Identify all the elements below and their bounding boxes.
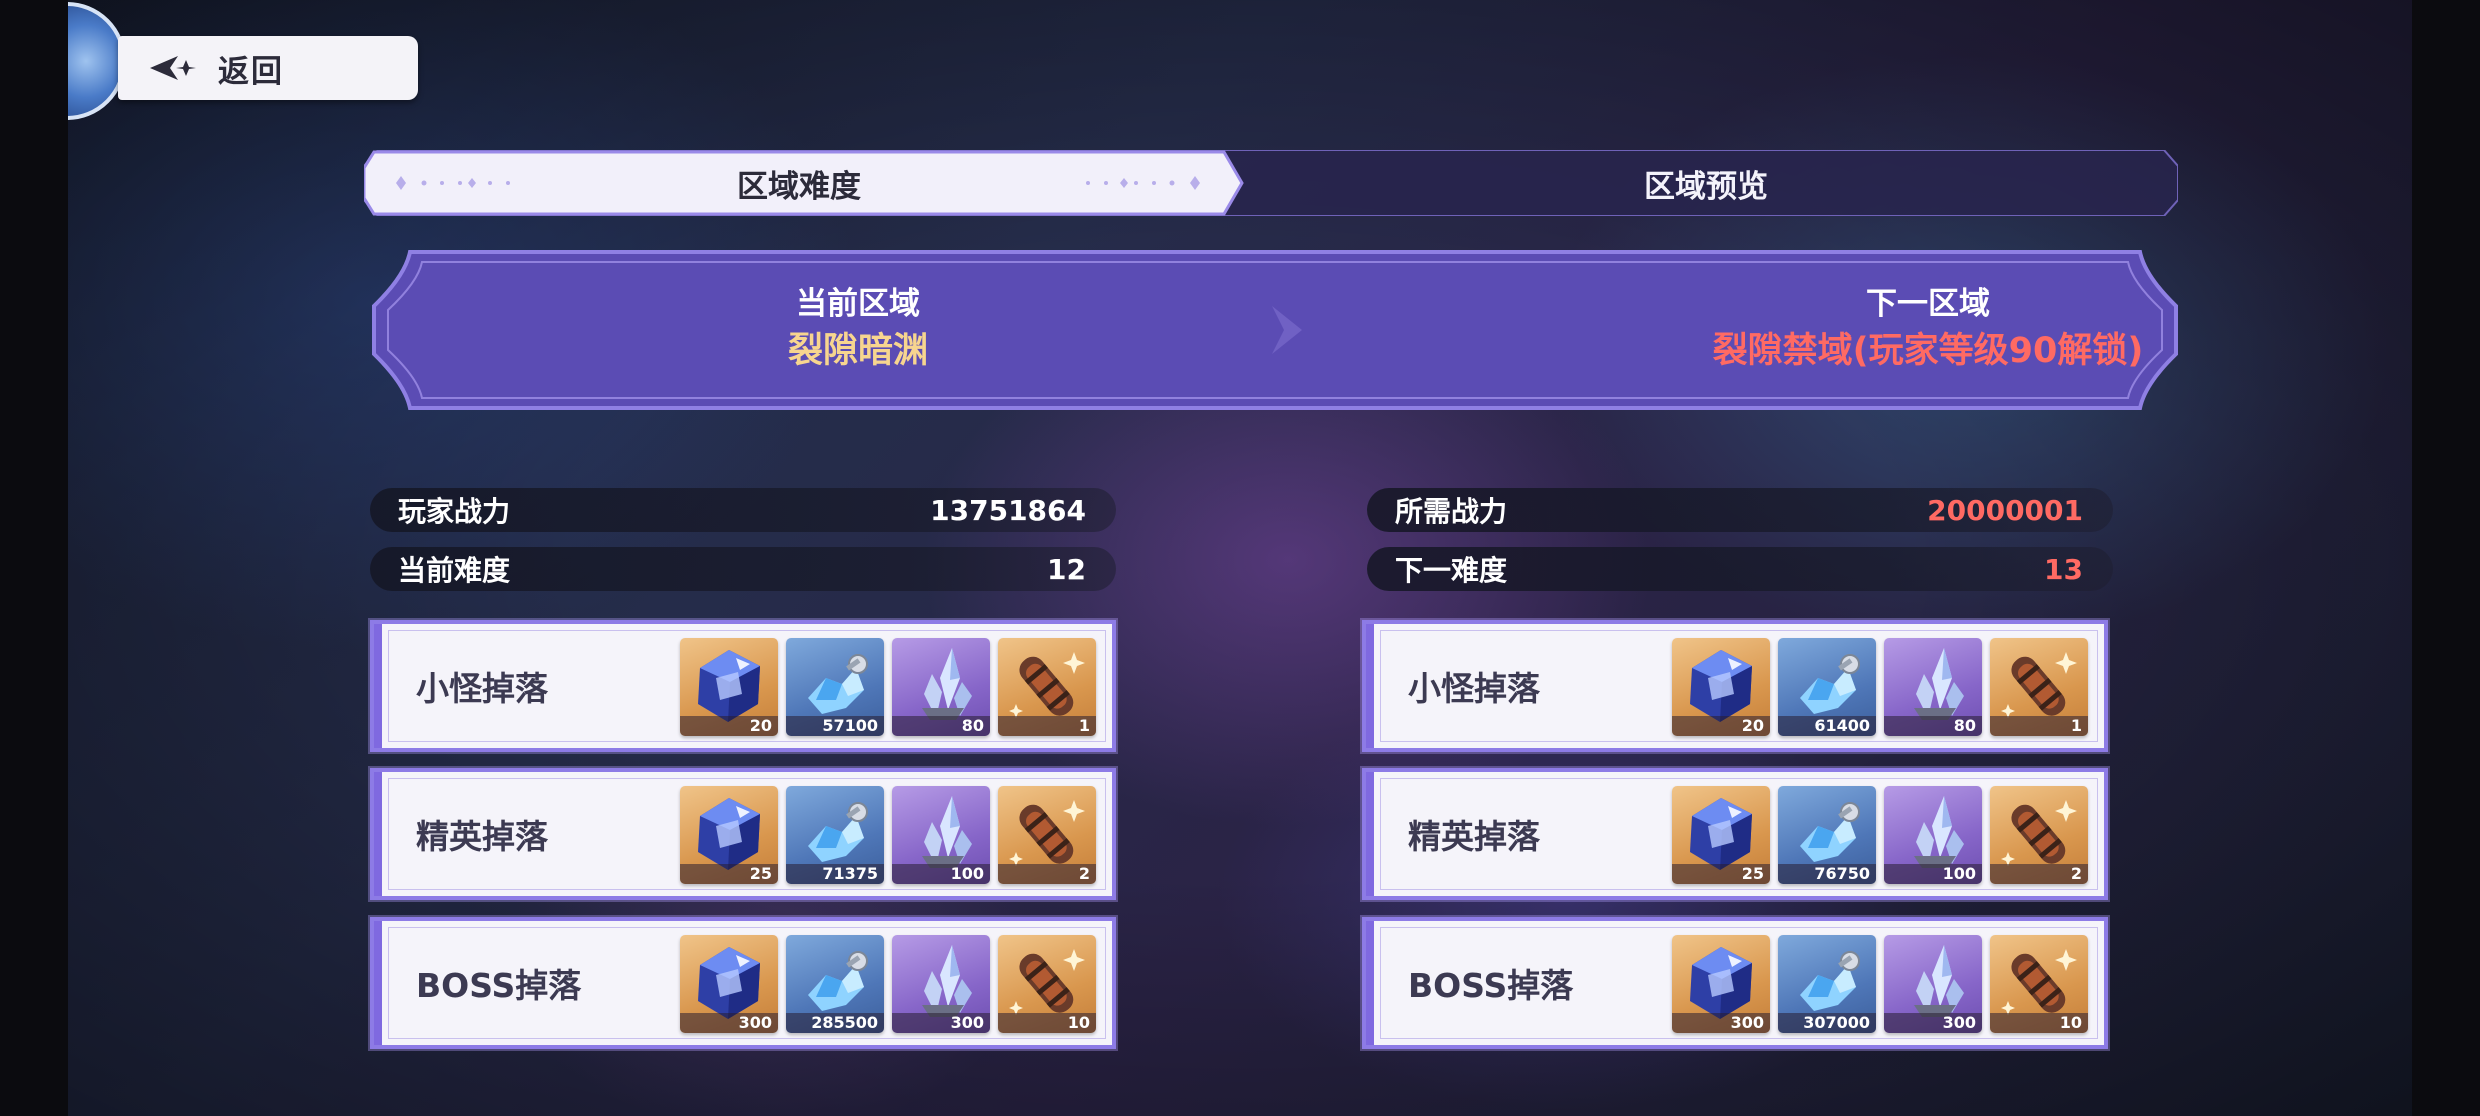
reward-items: 20 61400 80 1 (1672, 638, 2088, 736)
back-arrow-icon (148, 53, 200, 83)
reward-items: 25 76750 100 2 (1672, 786, 2088, 884)
item-quantity: 10 (1990, 1013, 2088, 1033)
reward-item[interactable]: 25 (680, 786, 778, 884)
next-region: 下一区域 裂隙禁域(玩家等级90解锁) (1428, 278, 2412, 373)
item-quantity: 307000 (1778, 1013, 1876, 1033)
current-region-name: 裂隙暗渊 (787, 331, 928, 371)
reward-item[interactable]: 1 (998, 638, 1096, 736)
reward-item[interactable]: 300 (1672, 935, 1770, 1033)
reward-item[interactable]: 300 (892, 935, 990, 1033)
reward-items: 20 57100 80 1 (680, 638, 1096, 736)
reward-item[interactable]: 57100 (786, 638, 884, 736)
item-quantity: 300 (1884, 1013, 1982, 1033)
item-quantity: 1 (998, 716, 1096, 736)
current-difficulty-label: 当前难度 (398, 554, 511, 587)
drop-title: BOSS掉落 (416, 966, 582, 1005)
drop-title: 精英掉落 (1408, 817, 1540, 856)
reward-item[interactable]: 100 (1884, 786, 1982, 884)
tab-region-difficulty[interactable]: 区域难度 (364, 150, 1234, 216)
next-region-caption: 下一区域 (1866, 286, 1990, 322)
next-drop-panel: BOSS掉落 300 307000 300 10 (1362, 917, 2108, 1049)
required-power-label: 所需战力 (1395, 495, 1508, 528)
current-drop-panel: BOSS掉落 300 285500 300 10 (370, 917, 1116, 1049)
drop-title: BOSS掉落 (1408, 966, 1574, 1005)
current-region-caption: 当前区域 (796, 286, 920, 322)
item-quantity: 80 (1884, 716, 1982, 736)
reward-item[interactable]: 2 (1990, 786, 2088, 884)
item-quantity: 2 (998, 864, 1096, 884)
reward-item[interactable]: 61400 (1778, 638, 1876, 736)
reward-item[interactable]: 25 (1672, 786, 1770, 884)
player-power-row: 玩家战力 13751864 (370, 488, 1116, 532)
reward-item[interactable]: 10 (1990, 935, 2088, 1033)
item-quantity: 20 (680, 716, 778, 736)
drop-title: 小怪掉落 (1408, 669, 1540, 708)
reward-items: 300 285500 300 10 (680, 935, 1096, 1033)
item-quantity: 57100 (786, 716, 884, 736)
item-quantity: 25 (680, 864, 778, 884)
required-power-row: 所需战力 20000001 (1367, 488, 2113, 532)
next-difficulty-row: 下一难度 13 (1367, 547, 2113, 591)
reward-item[interactable]: 80 (1884, 638, 1982, 736)
drop-title: 精英掉落 (416, 817, 548, 856)
reward-item[interactable]: 71375 (786, 786, 884, 884)
reward-item[interactable]: 20 (680, 638, 778, 736)
item-quantity: 100 (1884, 864, 1982, 884)
reward-item[interactable]: 76750 (1778, 786, 1876, 884)
reward-item[interactable]: 300 (1884, 935, 1982, 1033)
reward-items: 25 71375 100 2 (680, 786, 1096, 884)
drop-title: 小怪掉落 (416, 669, 548, 708)
next-difficulty-value: 13 (2044, 552, 2083, 586)
reward-item[interactable]: 285500 (786, 935, 884, 1033)
player-power-label: 玩家战力 (398, 495, 511, 528)
reward-item[interactable]: 100 (892, 786, 990, 884)
reward-item[interactable]: 1 (1990, 638, 2088, 736)
item-quantity: 285500 (786, 1013, 884, 1033)
item-quantity: 25 (1672, 864, 1770, 884)
tab-bar: 区域难度 区域预览 (364, 150, 2178, 216)
reward-items: 300 307000 300 10 (1672, 935, 2088, 1033)
item-quantity: 2 (1990, 864, 2088, 884)
next-drop-panel: 小怪掉落 20 61400 80 1 (1362, 620, 2108, 752)
item-quantity: 80 (892, 716, 990, 736)
current-drop-panel: 精英掉落 25 71375 100 2 (370, 768, 1116, 900)
back-button[interactable]: 返回 (118, 36, 418, 100)
reward-item[interactable]: 80 (892, 638, 990, 736)
player-power-value: 13751864 (930, 493, 1086, 527)
current-region: 当前区域 裂隙暗渊 (668, 278, 1048, 373)
reward-item[interactable]: 2 (998, 786, 1096, 884)
current-drop-panel: 小怪掉落 20 57100 80 1 (370, 620, 1116, 752)
reward-item[interactable]: 20 (1672, 638, 1770, 736)
item-quantity: 300 (892, 1013, 990, 1033)
item-quantity: 300 (680, 1013, 778, 1033)
game-screen: 返回 区域难度 区域预览 当前区域 裂隙暗渊 下一区域 裂隙禁域(玩家等级90解… (68, 0, 2412, 1116)
item-quantity: 300 (1672, 1013, 1770, 1033)
current-difficulty-value: 12 (1047, 552, 1086, 586)
required-power-value: 20000001 (1927, 493, 2083, 527)
reward-item[interactable]: 307000 (1778, 935, 1876, 1033)
item-quantity: 20 (1672, 716, 1770, 736)
item-quantity: 100 (892, 864, 990, 884)
item-quantity: 61400 (1778, 716, 1876, 736)
item-quantity: 76750 (1778, 864, 1876, 884)
item-quantity: 1 (1990, 716, 2088, 736)
reward-item[interactable]: 300 (680, 935, 778, 1033)
next-region-name: 裂隙禁域(玩家等级90解锁) (1712, 331, 2144, 371)
reward-item[interactable]: 10 (998, 935, 1096, 1033)
tab-region-preview[interactable]: 区域预览 (1234, 150, 2178, 216)
item-quantity: 10 (998, 1013, 1096, 1033)
next-drop-panel: 精英掉落 25 76750 100 2 (1362, 768, 2108, 900)
current-difficulty-row: 当前难度 12 (370, 547, 1116, 591)
back-label: 返回 (218, 53, 284, 90)
item-quantity: 71375 (786, 864, 884, 884)
next-difficulty-label: 下一难度 (1395, 554, 1508, 587)
